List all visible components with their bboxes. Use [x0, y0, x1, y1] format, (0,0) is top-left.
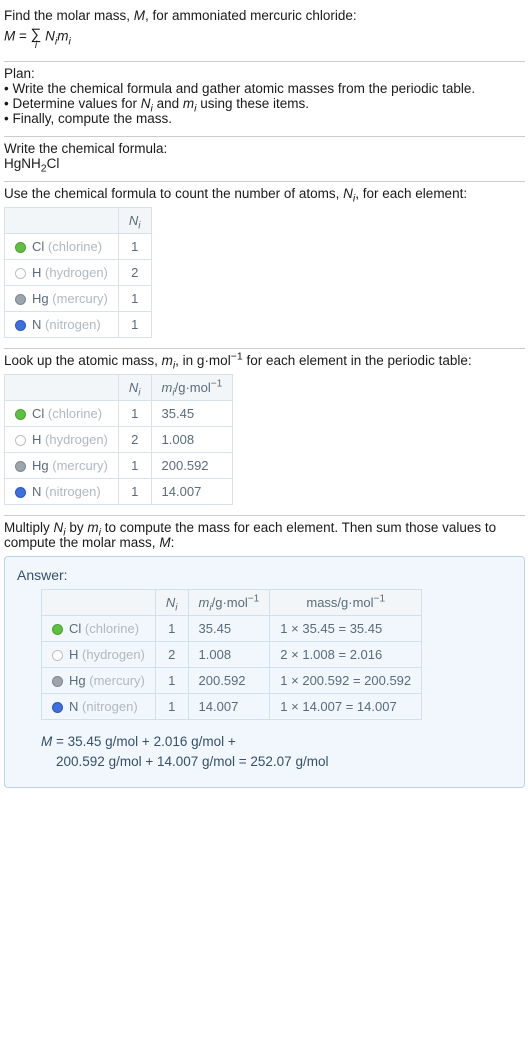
chem-formula-section: Write the chemical formula: HgNH2Cl	[4, 137, 525, 181]
lookup-table: Ni mi/g·mol−1 Cl (chlorine)135.45 H (hyd…	[4, 374, 233, 505]
plan-bullet-1: • Write the chemical formula and gather …	[4, 81, 525, 96]
table-row: Hg (mercury)1200.5921 × 200.592 = 200.59…	[42, 668, 422, 694]
table-row: Hg (mercury)1	[5, 286, 152, 312]
header-Ni: Ni	[118, 375, 151, 401]
element-dot-icon	[15, 320, 26, 331]
table-row: Cl (chlorine)135.45	[5, 401, 233, 427]
element-dot-icon	[52, 676, 63, 687]
answer-box: Answer: Ni mi/g·mol−1 mass/g·mol−1 Cl (c…	[4, 556, 525, 788]
table-header-row: Ni mi/g·mol−1	[5, 375, 233, 401]
formula-M: M	[4, 29, 15, 44]
header-blank	[42, 590, 156, 616]
header-Ni: Ni	[118, 208, 151, 234]
final-equation: M = 35.45 g/mol + 2.016 g/mol + 200.592 …	[41, 732, 512, 773]
table-row: Cl (chlorine)135.451 × 35.45 = 35.45	[42, 616, 422, 642]
formula-eq: =	[15, 29, 30, 44]
formula-mi-sub: i	[68, 35, 70, 47]
intro-M: M	[134, 8, 145, 23]
lookup-title: Look up the atomic mass, mi, in g·mol−1 …	[4, 353, 525, 368]
answer-table: Ni mi/g·mol−1 mass/g·mol−1 Cl (chlorine)…	[41, 589, 422, 720]
header-mi: mi/g·mol−1	[188, 590, 270, 616]
header-Ni: Ni	[155, 590, 188, 616]
answer-title: Answer:	[17, 567, 512, 583]
header-blank	[5, 208, 119, 234]
lookup-section: Look up the atomic mass, mi, in g·mol−1 …	[4, 349, 525, 515]
element-dot-icon	[52, 624, 63, 635]
table-row: N (nitrogen)114.0071 × 14.007 = 14.007	[42, 694, 422, 720]
count-title: Use the chemical formula to count the nu…	[4, 186, 525, 201]
plan-section: Plan: • Write the chemical formula and g…	[4, 62, 525, 136]
count-section: Use the chemical formula to count the nu…	[4, 182, 525, 348]
table-row: H (hydrogen)21.008	[5, 427, 233, 453]
table-row: H (hydrogen)2	[5, 260, 152, 286]
plan-title: Plan:	[4, 66, 525, 81]
intro-line: Find the molar mass, M, for ammoniated m…	[4, 8, 525, 23]
intro-text: Find the molar mass,	[4, 8, 134, 23]
chem-title: Write the chemical formula:	[4, 141, 525, 156]
chem-formula: HgNH2Cl	[4, 156, 525, 171]
count-table: Ni Cl (chlorine)1 H (hydrogen)2 Hg (merc…	[4, 207, 152, 338]
header-mi: mi/g·mol−1	[151, 375, 233, 401]
table-row: N (nitrogen)1	[5, 312, 152, 338]
multiply-section: Multiply Ni by mi to compute the mass fo…	[4, 516, 525, 798]
plan-bullet-2: • Determine values for Ni and mi using t…	[4, 96, 525, 111]
header-blank	[5, 375, 119, 401]
intro-formula: M = ∑i Nimi	[4, 23, 525, 51]
intro-suffix: , for ammoniated mercuric chloride:	[145, 8, 357, 23]
element-dot-icon	[15, 294, 26, 305]
element-dot-icon	[52, 702, 63, 713]
element-dot-icon	[15, 487, 26, 498]
table-row: Cl (chlorine)1	[5, 234, 152, 260]
table-header-row: Ni	[5, 208, 152, 234]
element-dot-icon	[52, 650, 63, 661]
element-dot-icon	[15, 435, 26, 446]
formula-m: m	[57, 29, 68, 44]
table-header-row: Ni mi/g·mol−1 mass/g·mol−1	[42, 590, 422, 616]
element-dot-icon	[15, 461, 26, 472]
multiply-text: Multiply Ni by mi to compute the mass fo…	[4, 520, 525, 550]
element-dot-icon	[15, 409, 26, 420]
plan-bullet-3: • Finally, compute the mass.	[4, 111, 525, 126]
header-mass: mass/g·mol−1	[270, 590, 422, 616]
element-dot-icon	[15, 242, 26, 253]
table-row: Hg (mercury)1200.592	[5, 453, 233, 479]
formula-N: N	[45, 29, 55, 44]
intro-section: Find the molar mass, M, for ammoniated m…	[4, 4, 525, 61]
element-dot-icon	[15, 268, 26, 279]
table-row: N (nitrogen)114.007	[5, 479, 233, 505]
table-row: H (hydrogen)21.0082 × 1.008 = 2.016	[42, 642, 422, 668]
sigma-icon: ∑i	[31, 27, 42, 51]
